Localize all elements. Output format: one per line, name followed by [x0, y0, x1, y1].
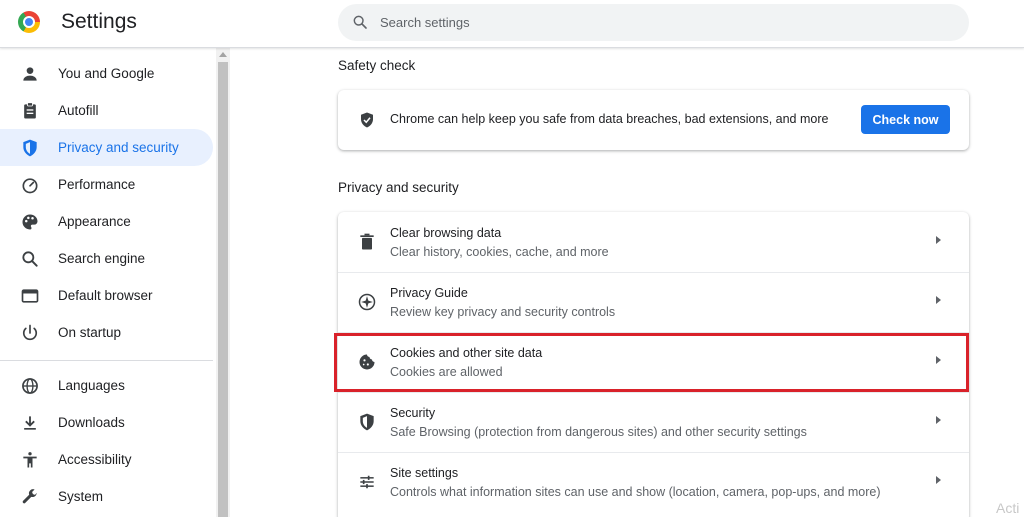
privacy-section-heading: Privacy and security: [338, 180, 459, 195]
activation-watermark: Acti: [996, 500, 1020, 516]
safety-check-description: Chrome can help keep you safe from data …: [390, 112, 829, 126]
row-title: Security: [390, 406, 436, 420]
globe-icon: [22, 378, 38, 394]
chrome-logo-icon: [18, 11, 40, 33]
power-icon: [22, 324, 38, 341]
search-icon: [22, 251, 38, 267]
security-row[interactable]: Security Safe Browsing (protection from …: [338, 392, 969, 452]
row-subtitle: Controls what information sites can use …: [390, 485, 881, 499]
chevron-right-icon: [936, 296, 941, 304]
person-icon: [23, 67, 37, 81]
sidebar-item-label: Appearance: [58, 214, 131, 229]
row-subtitle: Cookies are allowed: [390, 365, 503, 379]
sliders-icon: [360, 475, 374, 489]
sidebar-item-label: Languages: [58, 378, 125, 393]
sidebar-item-label: Accessibility: [58, 452, 132, 467]
search-icon: [353, 15, 367, 29]
scroll-up-arrow-icon[interactable]: [219, 52, 227, 57]
sidebar-item-label: On startup: [58, 325, 122, 340]
sidebar-scrollbar[interactable]: [216, 48, 230, 517]
shield-check-icon: [361, 112, 373, 128]
cookie-icon: [359, 354, 375, 370]
top-bar: Settings: [0, 0, 1024, 48]
shield-icon: [23, 139, 37, 157]
settings-window: Settings You and Google Autofill Privacy…: [0, 0, 1024, 517]
sidebar-item-label: Default browser: [58, 288, 153, 303]
sidebar-item-default-browser[interactable]: Default browser: [0, 277, 213, 314]
main-content: Safety check Chrome can help keep you sa…: [230, 48, 1024, 517]
sidebar-item-you-and-google[interactable]: You and Google: [0, 55, 213, 92]
row-subtitle: Clear history, cookies, cache, and more: [390, 245, 609, 259]
browser-icon: [21, 289, 39, 303]
palette-icon: [22, 214, 38, 230]
sidebar-item-on-startup[interactable]: On startup: [0, 314, 213, 351]
sidebar-item-downloads[interactable]: Downloads: [0, 404, 213, 441]
sidebar-item-search-engine[interactable]: Search engine: [0, 240, 213, 277]
privacy-settings-card: Clear browsing data Clear history, cooki…: [338, 212, 969, 517]
scrollbar-thumb[interactable]: [218, 62, 228, 517]
download-icon: [24, 416, 36, 430]
sidebar: You and Google Autofill Privacy and secu…: [0, 48, 216, 517]
row-subtitle: Safe Browsing (protection from dangerous…: [390, 425, 807, 439]
row-title: Cookies and other site data: [390, 346, 543, 360]
sidebar-item-label: Search engine: [58, 251, 146, 266]
trash-icon: [360, 233, 374, 250]
sidebar-item-label: Downloads: [58, 415, 125, 430]
shield-icon: [360, 413, 374, 431]
accessibility-icon: [23, 452, 37, 468]
sidebar-item-label: Performance: [58, 177, 136, 192]
safety-check-heading: Safety check: [338, 58, 416, 73]
sidebar-item-privacy-and-security[interactable]: Privacy and security: [0, 129, 213, 166]
search-box[interactable]: [338, 4, 969, 41]
row-title: Privacy Guide: [390, 286, 468, 300]
clear-browsing-data-row[interactable]: Clear browsing data Clear history, cooki…: [338, 212, 969, 272]
sidebar-item-system[interactable]: System: [0, 478, 213, 515]
page-title: Settings: [61, 10, 137, 33]
chevron-right-icon: [936, 416, 941, 424]
sidebar-item-languages[interactable]: Languages: [0, 367, 213, 404]
chevron-right-icon: [936, 236, 941, 244]
speedometer-icon: [22, 178, 38, 194]
row-title: Site settings: [390, 466, 459, 480]
check-now-button[interactable]: Check now: [861, 105, 950, 134]
chevron-right-icon: [936, 476, 941, 484]
sidebar-item-appearance[interactable]: Appearance: [0, 203, 213, 240]
sidebar-item-label: System: [58, 489, 104, 504]
row-subtitle: Review key privacy and security controls: [390, 305, 616, 319]
clipboard-icon: [24, 102, 36, 119]
compass-icon: [358, 293, 376, 311]
sidebar-item-performance[interactable]: Performance: [0, 166, 213, 203]
sidebar-divider: [0, 360, 213, 361]
site-settings-row[interactable]: Site settings Controls what information …: [338, 452, 969, 512]
safety-check-card: Chrome can help keep you safe from data …: [338, 90, 969, 150]
search-input[interactable]: [380, 4, 940, 41]
sidebar-item-label: Privacy and security: [58, 140, 179, 155]
privacy-guide-row[interactable]: Privacy Guide Review key privacy and sec…: [338, 272, 969, 332]
row-title: Clear browsing data: [390, 226, 502, 240]
chevron-right-icon: [936, 356, 941, 364]
sidebar-item-label: You and Google: [58, 66, 155, 81]
sidebar-item-autofill[interactable]: Autofill: [0, 92, 213, 129]
sidebar-item-label: Autofill: [58, 103, 99, 118]
wrench-icon: [22, 489, 37, 504]
sidebar-item-accessibility[interactable]: Accessibility: [0, 441, 213, 478]
cookies-row[interactable]: Cookies and other site data Cookies are …: [338, 332, 969, 392]
